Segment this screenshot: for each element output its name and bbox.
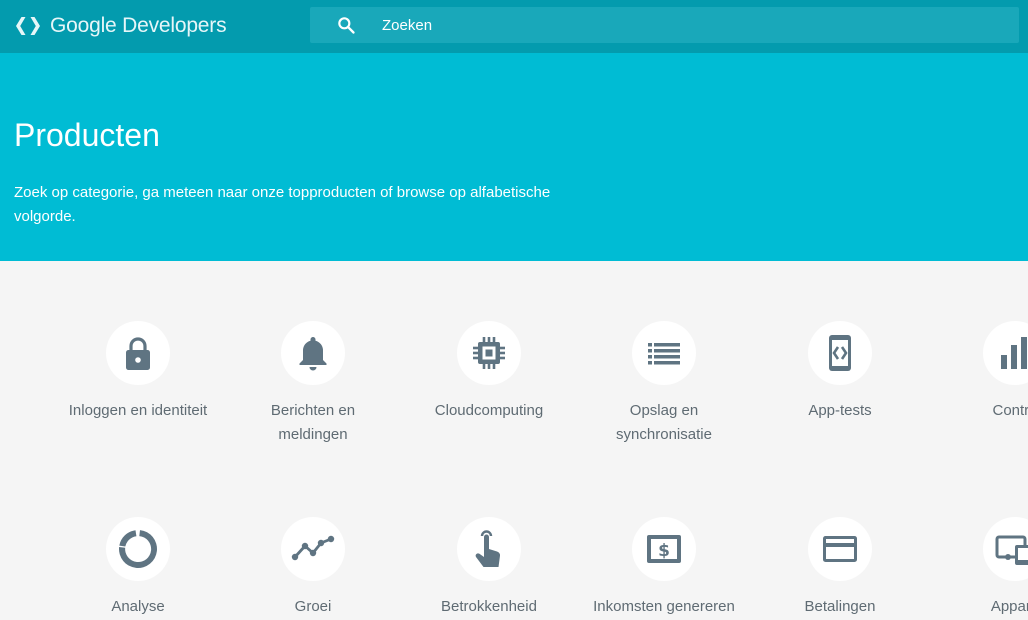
- page-title: Producten: [14, 117, 160, 153]
- page-description: Zoek op categorie, ga meteen naar onze t…: [14, 184, 551, 225]
- devices-icon: [995, 535, 1028, 565]
- top-bar: Google Developers: [0, 0, 1028, 53]
- category-inloggen-en-identiteit[interactable]: Inloggen en identiteit: [63, 321, 213, 423]
- category-icon-circle: [106, 517, 170, 581]
- google-developers-logo[interactable]: Google Developers: [14, 12, 227, 40]
- category-app-tests[interactable]: App-tests: [765, 321, 915, 423]
- bar-chart-icon: [1001, 337, 1027, 369]
- category-contro[interactable]: Contro: [940, 321, 1028, 423]
- category-icon-circle: [808, 321, 872, 385]
- credit-card-icon: [823, 536, 857, 562]
- search-input[interactable]: [382, 7, 982, 43]
- category-icon-circle: [457, 517, 521, 581]
- hero-banner: Producten Zoek op categorie, ga meteen n…: [0, 53, 1028, 261]
- bell-icon: [299, 337, 327, 371]
- category-berichten-en-meldingen[interactable]: Berichten en meldingen: [238, 321, 388, 447]
- phone-code-icon: [829, 335, 851, 371]
- category-label: Inkomsten genereren: [593, 598, 735, 615]
- category-grid: Inloggen en identiteit Berichten en meld…: [0, 261, 1028, 620]
- list-icon: [648, 343, 680, 365]
- category-appara[interactable]: Appara: [940, 517, 1028, 619]
- category-label: Betrokkenheid: [441, 598, 537, 615]
- category-betrokkenheid[interactable]: Betrokkenheid: [414, 517, 564, 619]
- category-cloudcomputing[interactable]: Cloudcomputing: [414, 321, 564, 423]
- category-icon-circle: [983, 517, 1028, 581]
- category-icon-circle: [106, 321, 170, 385]
- dollar-icon: $: [647, 535, 681, 563]
- lock-icon: [126, 337, 150, 370]
- category-label: Contro: [992, 402, 1028, 419]
- category-groei[interactable]: Groei: [238, 517, 388, 619]
- category-icon-circle: [983, 321, 1028, 385]
- category-label: App-tests: [808, 402, 872, 419]
- category-label: Groei: [294, 598, 332, 615]
- category-label: Berichten en meldingen: [270, 402, 356, 443]
- category-icon-circle: $: [632, 517, 696, 581]
- search-bar[interactable]: [310, 7, 1019, 43]
- category-label: Inloggen en identiteit: [68, 402, 208, 419]
- category-betalingen[interactable]: Betalingen: [765, 517, 915, 619]
- category-label: Appara: [990, 598, 1028, 615]
- chip-icon: [473, 337, 505, 369]
- line-chart-icon: [291, 535, 335, 561]
- category-icon-circle: [632, 321, 696, 385]
- category-icon-circle: [281, 517, 345, 581]
- search-icon[interactable]: [336, 15, 356, 35]
- category-label: Betalingen: [804, 598, 876, 615]
- category-icon-circle: [457, 321, 521, 385]
- category-label: Analyse: [111, 598, 165, 615]
- category-icon-circle: [281, 321, 345, 385]
- logo-text: Google Developers: [50, 14, 227, 37]
- category-inkomsten-genereren[interactable]: $ Inkomsten genereren: [589, 517, 739, 619]
- donut-icon: [118, 530, 157, 568]
- svg-text:$: $: [658, 541, 670, 561]
- developers-logo-icon: [16, 17, 40, 35]
- category-icon-circle: [808, 517, 872, 581]
- category-label: Opslag en synchronisatie: [616, 402, 712, 443]
- category-opslag-en-synchronisatie[interactable]: Opslag en synchronisatie: [589, 321, 739, 447]
- category-analyse[interactable]: Analyse: [63, 517, 213, 619]
- touch-icon: [475, 530, 501, 567]
- category-label: Cloudcomputing: [434, 402, 544, 419]
